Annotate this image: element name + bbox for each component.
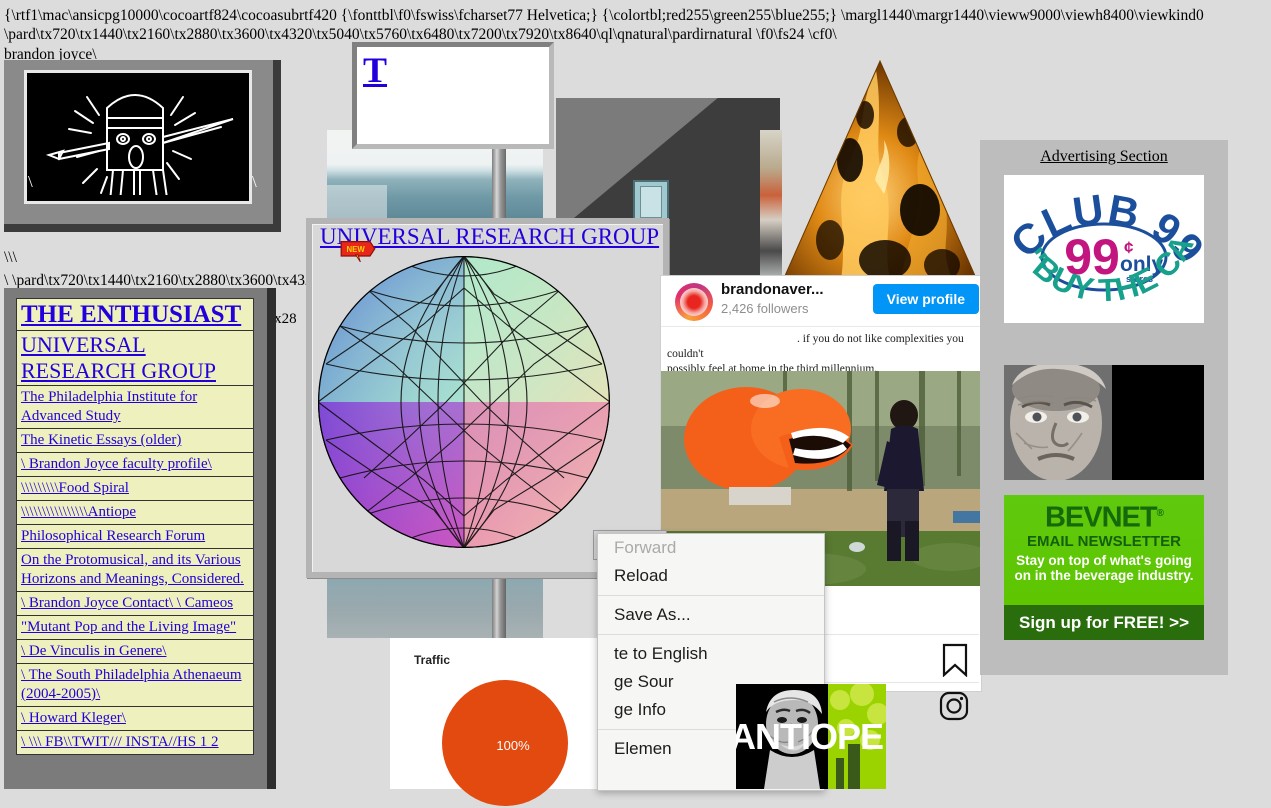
view-profile-button[interactable]: View profile <box>872 284 979 314</box>
pie-slice-label: 100% <box>496 738 530 753</box>
context-menu-separator <box>598 634 824 635</box>
enthusiast-link-label[interactable]: \ Brandon Joyce Contact\ \ Cameos <box>21 595 233 611</box>
context-menu-item-3[interactable]: te to English <box>598 640 824 668</box>
enthusiast-link-list: THE ENTHUSIAST UNIVERSAL RESEARCH GROUP Th… <box>16 298 254 755</box>
enthusiast-sidebar: THE ENTHUSIAST UNIVERSAL RESEARCH GROUP Th… <box>4 288 276 789</box>
bookmark-icon[interactable] <box>941 643 969 677</box>
fire-triangle-image <box>780 60 980 286</box>
instagram-username[interactable]: brandonaver... <box>721 281 824 298</box>
bevnet-brand: BEVNET® <box>1004 499 1204 533</box>
bevnet-brand-text: BEVNET <box>1044 501 1158 534</box>
enthusiast-link-9[interactable]: \ Brandon Joyce Contact\ \ Cameos <box>16 591 254 615</box>
instagram-icon[interactable] <box>939 691 969 721</box>
context-menu-separator <box>598 595 824 596</box>
advertising-section: Advertising Section CLUB 99 99 ¢ only st… <box>980 140 1228 675</box>
enthusiast-link-label[interactable]: \ De Vinculis in Genere\ <box>21 643 166 659</box>
context-menu-item-2[interactable]: Save As... <box>598 601 824 629</box>
enthusiast-link-label[interactable]: \ \\\ FB\\TWIT/// INSTA//HS 1 2 <box>21 734 219 750</box>
enthusiast-link-10[interactable]: "Mutant Pop and the Living Image" <box>16 615 254 639</box>
chart-title: Traffic <box>414 653 451 667</box>
bevnet-ad[interactable]: BEVNET® EMAIL NEWSLETTER Stay on top of … <box>1004 495 1204 640</box>
enthusiast-link-2[interactable]: The Philadelphia Institute for Advanced … <box>16 385 254 428</box>
portrait-ad-image[interactable] <box>1004 365 1204 480</box>
enthusiast-link-label[interactable]: \ Howard Kleger\ <box>21 710 126 726</box>
context-menu-item-0: Forward <box>614 538 677 557</box>
universal-research-group-window: UNIVERSAL RESEARCH GROUP NEW <box>306 218 669 578</box>
svg-text:NEW: NEW <box>346 245 365 254</box>
enthusiast-link-label[interactable]: \\\\\\\\\\\\\\\\Antiope <box>21 504 136 520</box>
bevnet-message: Stay on top of what's going on in the be… <box>1014 552 1194 584</box>
photo-haze <box>327 185 387 220</box>
geodesic-sphere-image <box>318 256 610 548</box>
club99-ad[interactable]: CLUB 99 99 ¢ only stores "BUY THE CASE" <box>1004 175 1204 323</box>
enthusiast-link-14[interactable]: \ \\\ FB\\TWIT/// INSTA//HS 1 2 <box>16 730 254 755</box>
enthusiast-link-label[interactable]: \\\\\\\\\Food Spiral <box>21 480 129 496</box>
enthusiast-link-0[interactable]: THE ENTHUSIAST <box>16 298 254 330</box>
t-letter-link[interactable]: T <box>363 49 387 91</box>
advertising-heading: Advertising Section <box>1040 148 1168 165</box>
enthusiast-link-label[interactable]: UNIVERSAL RESEARCH GROUP <box>21 332 216 383</box>
bevnet-subtitle: EMAIL NEWSLETTER <box>1027 532 1181 550</box>
antiope-title-text: ANTIOPE <box>736 716 884 757</box>
context-menu-item-1[interactable]: Reload <box>598 562 824 590</box>
enthusiast-link-3[interactable]: The Kinetic Essays (older) <box>16 428 254 452</box>
enthusiast-link-12[interactable]: \ The South Philadelphia Athenaeum (2004… <box>16 663 254 706</box>
enthusiast-link-8[interactable]: On the Protomusical, and its Various Hor… <box>16 548 254 591</box>
enthusiast-link-label[interactable]: Philosophical Research Forum <box>21 528 205 544</box>
bevnet-registered-mark: ® <box>1156 508 1164 519</box>
enthusiast-link-label[interactable]: "Mutant Pop and the Living Image" <box>21 619 236 635</box>
enthusiast-link-label[interactable]: THE ENTHUSIAST <box>21 301 241 328</box>
enthusiast-link-label[interactable]: The Kinetic Essays (older) <box>21 432 181 448</box>
enthusiast-link-11[interactable]: \ De Vinculis in Genere\ <box>16 639 254 663</box>
enthusiast-link-label[interactable]: The Philadelphia Institute for Advanced … <box>21 389 197 424</box>
bevnet-ad-body: BEVNET® EMAIL NEWSLETTER Stay on top of … <box>1004 495 1204 605</box>
enthusiast-link-6[interactable]: \\\\\\\\\\\\\\\\Antiope <box>16 500 254 524</box>
robot-sketch-icon <box>45 94 234 195</box>
frame-slash-left: \ <box>28 172 33 191</box>
framed-drawing-panel: \ \ <box>4 60 281 232</box>
avatar-inner-dot <box>680 288 708 316</box>
enthusiast-link-label[interactable]: \ Brandon Joyce faculty profile\ <box>21 456 212 472</box>
rtf-header-line-1: {\rtf1\mac\ansicpg10000\cocoartf824\coco… <box>4 7 1204 24</box>
enthusiast-link-5[interactable]: \\\\\\\\\Food Spiral <box>16 476 254 500</box>
drawing-inner-frame <box>24 70 252 204</box>
bevnet-signup-button[interactable]: Sign up for FREE! >> <box>1004 605 1204 640</box>
avatar[interactable] <box>675 283 713 321</box>
t-window: T <box>352 42 554 149</box>
enthusiast-link-1[interactable]: UNIVERSAL RESEARCH GROUP <box>16 330 254 385</box>
enthusiast-link-13[interactable]: \ Howard Kleger\ <box>16 706 254 730</box>
instagram-follower-count: 2,426 followers <box>721 301 809 316</box>
enthusiast-link-7[interactable]: Philosophical Research Forum <box>16 524 254 548</box>
enthusiast-link-label[interactable]: On the Protomusical, and its Various Hor… <box>21 552 244 587</box>
photo-sliver <box>760 130 782 285</box>
antiope-image[interactable]: ANTIOPE <box>736 684 886 789</box>
quote-line-1: . if you do not like complexities you co… <box>667 333 964 360</box>
rtf-slash-line: \\\ <box>4 249 17 266</box>
instagram-card-header: brandonaver... 2,426 followers View prof… <box>661 276 981 327</box>
enthusiast-link-4[interactable]: \ Brandon Joyce faculty profile\ <box>16 452 254 476</box>
enthusiast-link-label[interactable]: \ The South Philadelphia Athenaeum (2004… <box>21 667 242 702</box>
frame-slash-right: \ <box>252 172 257 191</box>
